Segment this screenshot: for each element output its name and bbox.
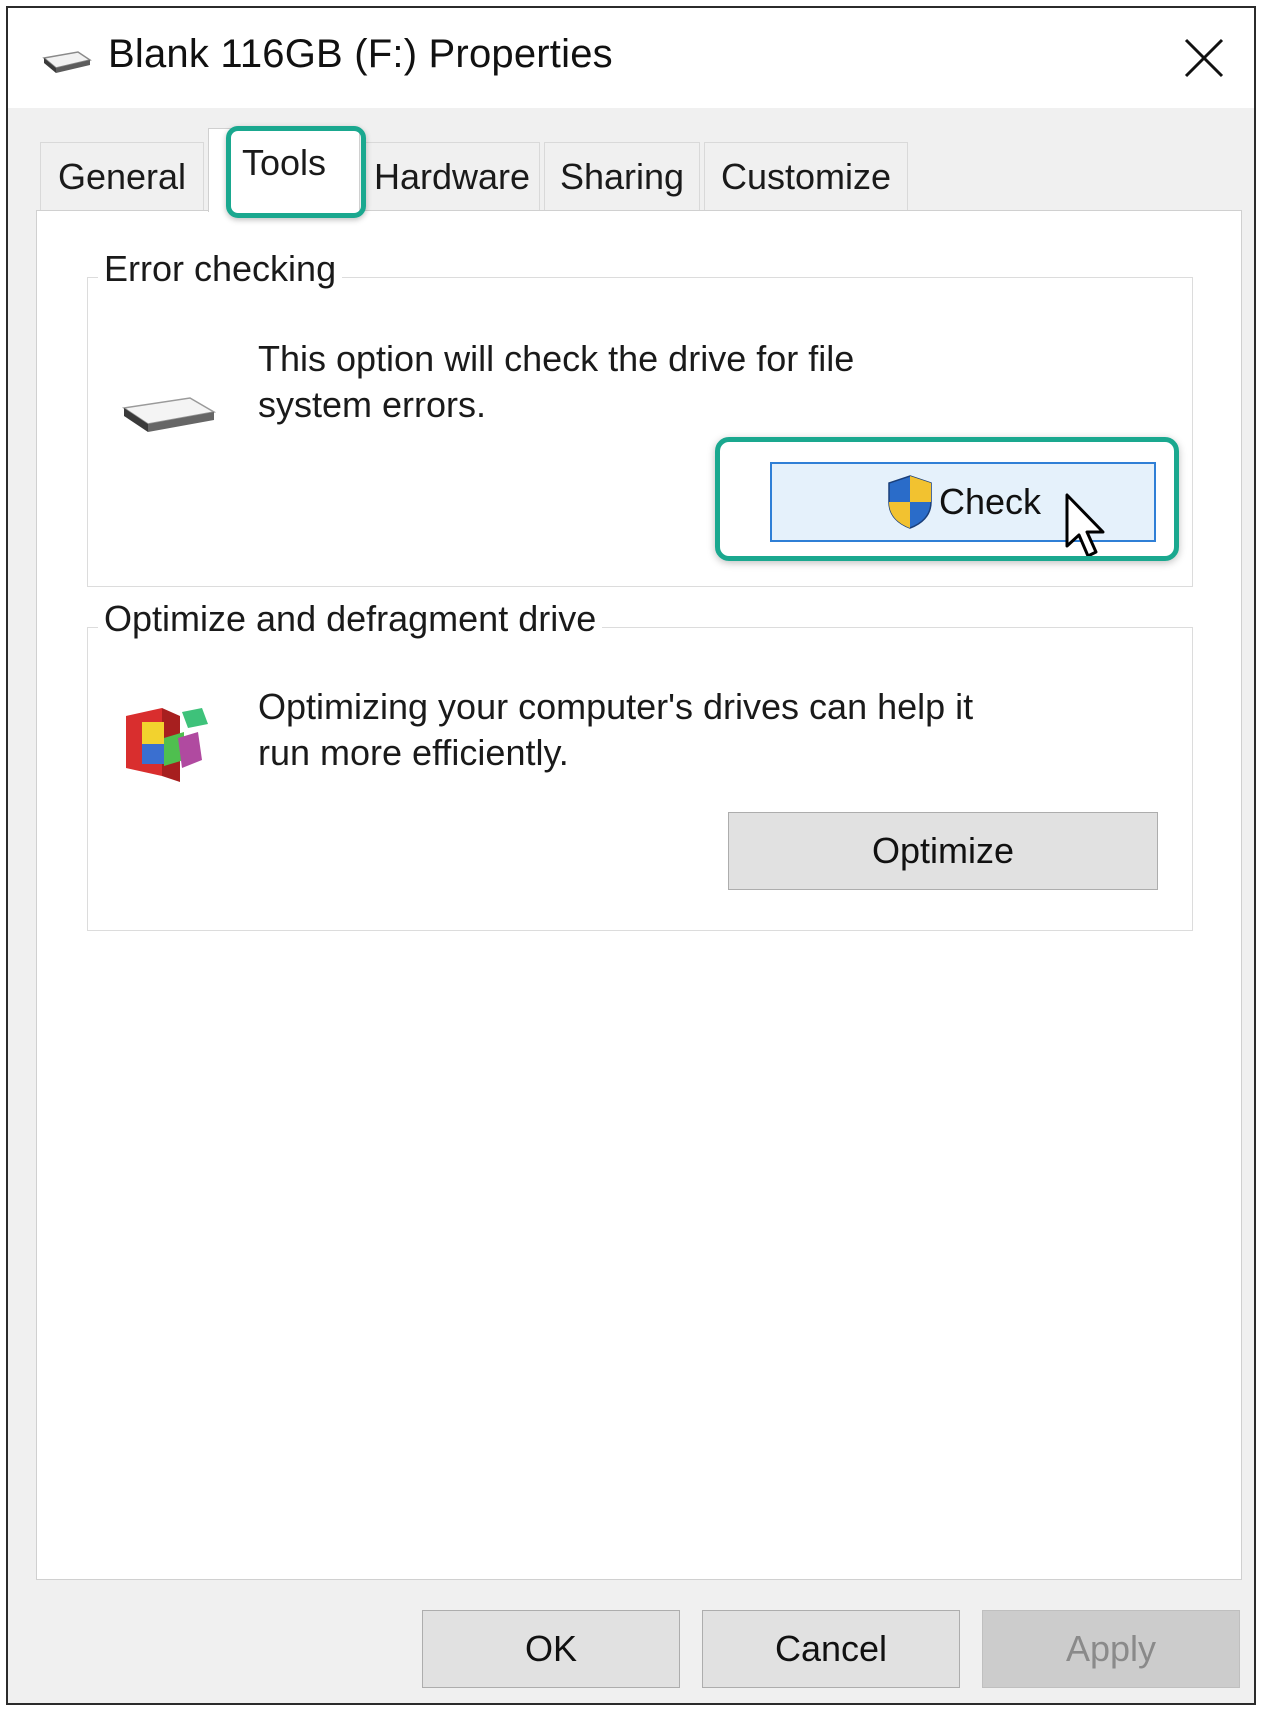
ok-button[interactable]: OK (422, 1610, 680, 1688)
mouse-cursor-icon (1065, 493, 1105, 558)
tab-customize[interactable]: Customize (704, 142, 908, 210)
optimize-label: Optimize and defragment drive (98, 598, 603, 640)
uac-shield-icon (888, 475, 932, 529)
tools-panel: Error checking This option will check th… (36, 210, 1242, 1580)
error-checking-label: Error checking (98, 248, 343, 290)
optimize-button-label: Optimize (871, 830, 1015, 871)
tab-label: Sharing (559, 155, 685, 197)
drive-icon (121, 397, 217, 432)
error-checking-description: This option will check the drive for fil… (258, 338, 855, 425)
drive-icon (42, 51, 92, 73)
close-icon (1184, 38, 1224, 78)
apply-button[interactable]: Apply (982, 1610, 1240, 1688)
dialog-footer: OK Cancel Apply (8, 1580, 1254, 1705)
window-title: Blank 116GB (F:) Properties (108, 32, 613, 76)
tab-sharing[interactable]: Sharing (544, 142, 700, 210)
title-bar[interactable]: Blank 116GB (F:) Properties (8, 8, 1254, 108)
tab-strip: General Tools Hardware Sharing Customize (40, 128, 1040, 212)
tab-label: Customize (720, 155, 892, 197)
properties-dialog: Blank 116GB (F:) Properties General Tool… (6, 6, 1256, 1705)
cancel-button-label: Cancel (774, 1628, 888, 1669)
optimize-description: Optimizing your computer's drives can he… (258, 686, 974, 773)
tab-general[interactable]: General (40, 142, 204, 210)
defrag-icon (126, 708, 208, 782)
optimize-group: Optimize and defragment drive Optimizing… (87, 598, 1193, 931)
tab-hardware[interactable]: Hardware (364, 142, 540, 210)
check-button-label: Check (938, 481, 1042, 522)
tab-label: Tools (241, 141, 327, 183)
close-button[interactable] (1164, 18, 1244, 98)
optimize-button[interactable]: Optimize (728, 812, 1158, 890)
tab-label: General (57, 155, 187, 197)
tab-label: Hardware (373, 155, 531, 197)
apply-button-label: Apply (1065, 1628, 1157, 1669)
error-checking-group: Error checking This option will check th… (87, 248, 1193, 587)
cancel-button[interactable]: Cancel (702, 1610, 960, 1688)
ok-button-label: OK (524, 1628, 577, 1669)
tab-tools[interactable]: Tools (208, 128, 360, 212)
